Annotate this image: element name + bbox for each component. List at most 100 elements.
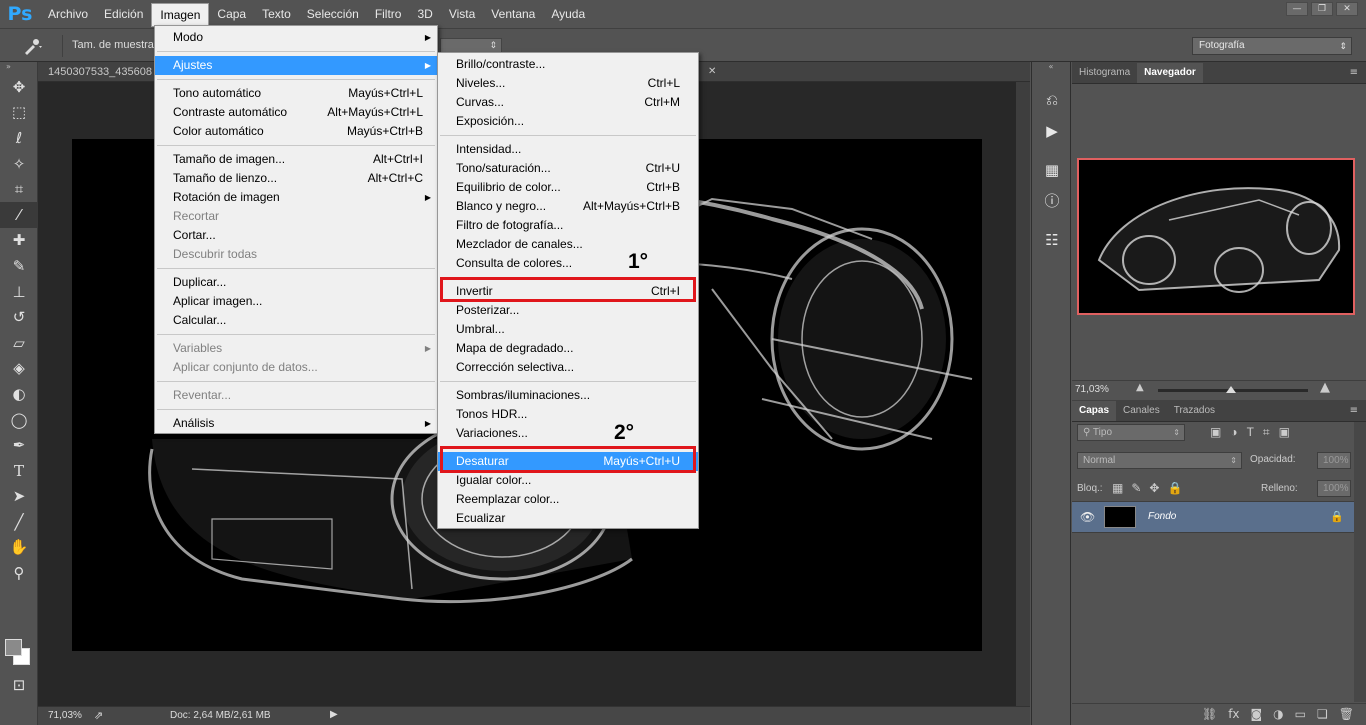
menu-item-reemplazar-color[interactable]: Reemplazar color... [438, 490, 698, 509]
tab-capas[interactable]: Capas [1072, 401, 1117, 421]
layer-filter-select[interactable]: ⚲ Tipo ⇕ [1077, 424, 1185, 441]
navigator-preview[interactable] [1077, 158, 1355, 315]
path-selection-tool-icon[interactable]: ➤ [0, 484, 38, 510]
navigator-zoom-value[interactable]: 71,03% [1075, 384, 1109, 395]
menu-item-mapa-de-degradado[interactable]: Mapa de degradado... [438, 339, 698, 358]
zoom-slider[interactable] [1158, 386, 1308, 393]
menu-item-equilibrio-de-color[interactable]: Equilibrio de color... Ctrl+B [438, 178, 698, 197]
menu-capa[interactable]: Capa [209, 0, 254, 28]
collapse-arrows-icon[interactable]: » [0, 62, 37, 74]
menu-item-correccion-selectiva[interactable]: Corrección selectiva... [438, 358, 698, 377]
info-icon[interactable]: ⓘ [1032, 185, 1072, 216]
zoom-out-icon[interactable]: ▲ [1136, 382, 1144, 393]
healing-brush-tool-icon[interactable]: ✚ [0, 228, 38, 254]
magic-wand-tool-icon[interactable]: ✧ [0, 151, 38, 177]
eyedropper-tool-icon[interactable]: ⁄ [0, 201, 38, 228]
move-tool-icon[interactable]: ✥ [0, 74, 38, 100]
menu-item-tamano-de-lienzo[interactable]: Tamaño de lienzo... Alt+Ctrl+C [155, 169, 437, 188]
menu-item-calcular[interactable]: Calcular... [155, 311, 437, 330]
menu-archivo[interactable]: Archivo [40, 0, 96, 28]
tab-canales[interactable]: Canales [1116, 401, 1167, 421]
menu-item-aplicar-imagen[interactable]: Aplicar imagen... [155, 292, 437, 311]
crop-tool-icon[interactable]: ⌗ [0, 176, 38, 202]
collapse-arrows-icon[interactable]: « [1032, 62, 1070, 74]
opacity-field[interactable]: 100% [1317, 452, 1351, 469]
blend-mode-select[interactable]: Normal ⇕ [1077, 452, 1242, 469]
tab-trazados[interactable]: Trazados [1167, 401, 1222, 421]
actions-play-icon[interactable]: ▶ [1032, 115, 1072, 146]
history-brush-tool-icon[interactable]: ↺ [0, 304, 38, 330]
menu-seleccion[interactable]: Selección [299, 0, 367, 28]
document-tab[interactable]: 1450307533_435608 [38, 62, 158, 82]
menu-item-igualar-color[interactable]: Igualar color... [438, 471, 698, 490]
menu-item-contraste-automatico[interactable]: Contraste automático Alt+Mayús+Ctrl+L [155, 103, 437, 122]
menu-item-mezclador-de-canales[interactable]: Mezclador de canales... [438, 235, 698, 254]
paint-bucket-tool-icon[interactable]: ◈ [0, 356, 38, 382]
menu-item-posterizar[interactable]: Posterizar... [438, 301, 698, 320]
swatches-icon[interactable]: ▦ [1032, 154, 1072, 185]
adjustment-layer-icon[interactable]: ◑ [1273, 707, 1283, 725]
menu-texto[interactable]: Texto [254, 0, 299, 28]
workspace-select[interactable]: Fotografía ⇕ [1192, 37, 1352, 55]
menu-item-umbral[interactable]: Umbral... [438, 320, 698, 339]
menu-item-duplicar[interactable]: Duplicar... [155, 273, 437, 292]
marquee-tool-icon[interactable]: ⬚ [0, 100, 38, 126]
lock-icons[interactable]: ▦✎✥🔒 [1112, 481, 1190, 495]
hand-tool-icon[interactable]: ✋ [0, 535, 38, 561]
visibility-eye-icon[interactable]: 👁 [1080, 510, 1095, 524]
menu-3d[interactable]: 3D [409, 0, 440, 28]
menu-item-blanco-y-negro[interactable]: Blanco y negro... Alt+Mayús+Ctrl+B [438, 197, 698, 216]
new-layer-icon[interactable]: ❏ [1317, 707, 1328, 725]
status-zoom[interactable]: 71,03% [48, 710, 82, 721]
foreground-color-swatch[interactable] [5, 639, 22, 656]
quick-mask-icon[interactable]: ⊡ [0, 672, 38, 698]
close-button[interactable]: ✕ [1336, 2, 1358, 16]
restore-button[interactable]: ❐ [1311, 2, 1333, 16]
share-icon[interactable]: ⇗ [94, 709, 103, 722]
minimize-button[interactable]: — [1286, 2, 1308, 16]
fill-field[interactable]: 100% [1317, 480, 1351, 497]
status-menu-arrow-icon[interactable]: ▶ [330, 709, 338, 720]
menu-item-variaciones[interactable]: Variaciones... [438, 424, 698, 443]
menu-item-brillo-contraste[interactable]: Brillo/contraste... [438, 55, 698, 74]
menu-item-tono-automatico[interactable]: Tono automático Mayús+Ctrl+L [155, 84, 437, 103]
line-tool-icon[interactable]: ╱ [0, 509, 38, 535]
menu-item-exposicion[interactable]: Exposición... [438, 112, 698, 131]
menu-vista[interactable]: Vista [441, 0, 483, 28]
menu-item-tonos-hdr[interactable]: Tonos HDR... [438, 405, 698, 424]
menu-item-rotacion-de-imagen[interactable]: Rotación de imagen ▶ [155, 188, 437, 207]
layer-row[interactable]: 👁 Fondo 🔒 [1072, 501, 1354, 533]
zoom-in-icon[interactable]: ▲ [1320, 380, 1330, 395]
menu-edicion[interactable]: Edición [96, 0, 151, 28]
add-mask-icon[interactable]: ◙ [1251, 707, 1263, 725]
menu-item-modo[interactable]: Modo ▶ [155, 28, 437, 47]
type-tool-icon[interactable]: T [0, 458, 38, 484]
menu-item-ajustes[interactable]: Ajustes ▶ [155, 56, 437, 75]
canvas-vertical-scrollbar[interactable] [1016, 82, 1030, 706]
eyedropper-tool-icon[interactable] [22, 37, 42, 55]
link-layers-icon[interactable]: ⛓ [1202, 707, 1217, 725]
zoom-tool-icon[interactable]: ⚲ [0, 560, 38, 586]
history-icon[interactable]: ⎌ [1032, 84, 1072, 115]
brush-tool-icon[interactable]: ✎ [0, 253, 38, 279]
clone-stamp-tool-icon[interactable]: ⊥ [0, 279, 38, 305]
pen-tool-icon[interactable]: ✒ [0, 432, 38, 458]
menu-item-niveles[interactable]: Niveles... Ctrl+L [438, 74, 698, 93]
menu-item-cortar[interactable]: Cortar... [155, 226, 437, 245]
menu-ventana[interactable]: Ventana [483, 0, 543, 28]
menu-item-ecualizar[interactable]: Ecualizar [438, 509, 698, 528]
menu-item-sombras-iluminaciones[interactable]: Sombras/iluminaciones... [438, 386, 698, 405]
menu-item-tono-saturacion[interactable]: Tono/saturación... Ctrl+U [438, 159, 698, 178]
dodge-tool-icon[interactable]: ◯ [0, 407, 38, 433]
menu-item-analisis[interactable]: Análisis ▶ [155, 414, 437, 433]
layers-scrollbar[interactable] [1354, 422, 1366, 702]
eraser-tool-icon[interactable]: ▱ [0, 330, 38, 356]
filter-icons[interactable]: ▣◑T⌗▣ [1210, 425, 1299, 440]
tab-navegador[interactable]: Navegador [1137, 63, 1203, 83]
panel-menu-icon[interactable]: ≡ [1350, 63, 1366, 83]
menu-item-tamano-de-imagen[interactable]: Tamaño de imagen... Alt+Ctrl+I [155, 150, 437, 169]
new-group-icon[interactable]: ▭ [1295, 707, 1306, 725]
menu-item-filtro-de-fotografia[interactable]: Filtro de fotografía... [438, 216, 698, 235]
menu-item-intensidad[interactable]: Intensidad... [438, 140, 698, 159]
panel-menu-icon[interactable]: ≡ [1350, 401, 1366, 421]
